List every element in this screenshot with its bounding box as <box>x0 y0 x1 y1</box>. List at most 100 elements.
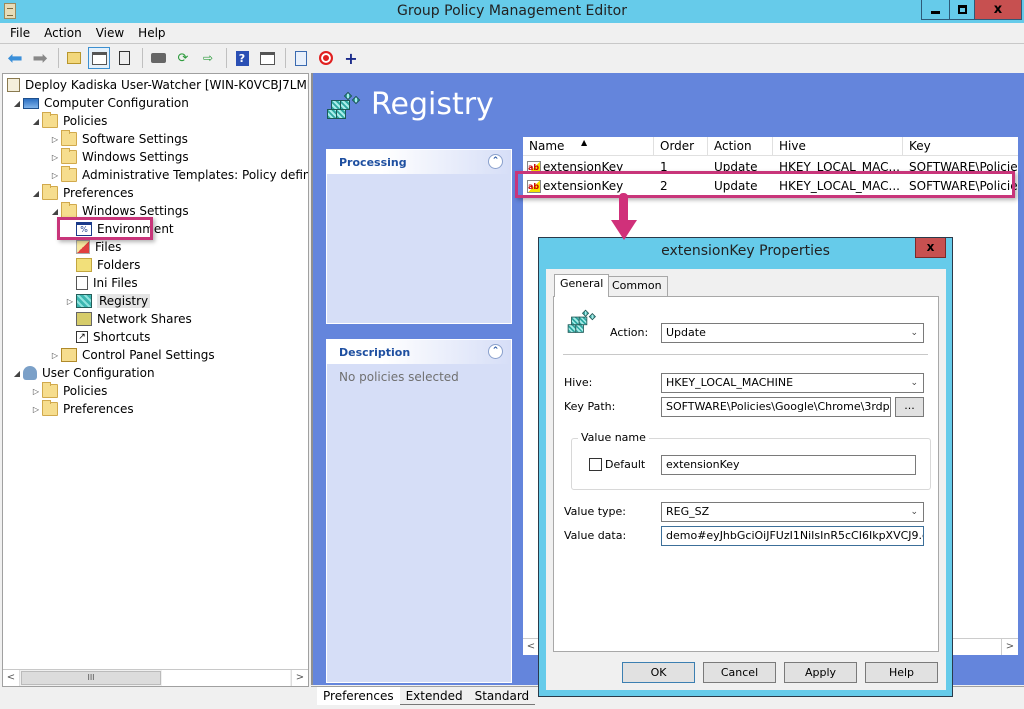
column-key[interactable]: Key <box>903 137 1018 156</box>
value-data-input[interactable]: demo#eyJhbGciOiJFUzI1NiIsInR5cCI6IkpXVCJ… <box>661 526 924 546</box>
ok-button[interactable]: OK <box>622 662 695 683</box>
disable-button[interactable] <box>315 47 337 69</box>
tree-item[interactable]: Ini Files <box>64 274 138 292</box>
shortcut-icon: ↗ <box>76 331 88 343</box>
export-list-button[interactable]: ⇨ <box>197 47 219 69</box>
column-name[interactable]: Name ▲ <box>523 137 654 156</box>
folders-icon <box>76 258 92 272</box>
value-name-input[interactable]: extensionKey <box>661 455 916 475</box>
menu-view[interactable]: View <box>89 26 131 40</box>
tree-item[interactable]: Files <box>64 238 121 256</box>
scroll-track[interactable] <box>162 670 290 686</box>
collapsed-icon[interactable]: ▷ <box>49 351 61 360</box>
expanded-icon[interactable]: ◢ <box>30 117 42 126</box>
column-action[interactable]: Action <box>708 137 773 156</box>
scroll-right-button[interactable]: > <box>291 670 308 686</box>
column-hive[interactable]: Hive <box>773 137 903 156</box>
collapsed-icon[interactable]: ▷ <box>30 387 42 396</box>
forward-button[interactable]: ➡ <box>29 47 51 69</box>
dialog-close-button[interactable]: x <box>915 238 946 258</box>
column-order[interactable]: Order <box>654 137 708 156</box>
hive-dropdown[interactable]: HKEY_LOCAL_MACHINE ⌄ <box>661 373 924 393</box>
hive-label: Hive: <box>564 376 593 389</box>
tree-item[interactable]: ◢ Computer Configuration <box>11 94 189 112</box>
value-type-label: Value type: <box>564 505 626 518</box>
tree-root[interactable]: Deploy Kadiska User-Watcher [WIN-K0VCBJ7… <box>7 76 308 94</box>
menu-help[interactable]: Help <box>131 26 172 40</box>
refresh-button[interactable]: ⟳ <box>172 47 194 69</box>
back-button[interactable]: ⬅ <box>4 47 26 69</box>
tree-item-label: Software Settings <box>82 132 188 146</box>
expanded-icon[interactable]: ◢ <box>30 189 42 198</box>
collapsed-icon[interactable]: ▷ <box>30 405 42 414</box>
gpo-document-icon <box>7 78 20 92</box>
list-scroll-right-button[interactable]: > <box>1001 639 1018 655</box>
printer-icon <box>150 53 166 63</box>
help-button[interactable]: ? <box>231 47 253 69</box>
minimize-button[interactable] <box>921 0 950 20</box>
browse-key-button[interactable]: ... <box>895 397 924 417</box>
help-icon: ? <box>235 50 249 66</box>
print-button[interactable] <box>147 47 169 69</box>
toolbar-separator <box>285 48 286 68</box>
scroll-left-button[interactable]: < <box>3 670 20 686</box>
collapsed-icon[interactable]: ▷ <box>64 297 76 306</box>
tree-item[interactable]: ◢ Policies <box>30 112 107 130</box>
menu-file[interactable]: File <box>3 26 37 40</box>
collapsed-icon[interactable]: ▷ <box>49 135 61 144</box>
tree-item[interactable]: ▷ Registry <box>64 292 151 310</box>
cancel-button[interactable]: Cancel <box>703 662 776 683</box>
tab-common[interactable]: Common <box>606 276 668 296</box>
tab-general[interactable]: General <box>554 274 610 297</box>
expanded-icon[interactable]: ◢ <box>11 369 23 378</box>
clipboard-button[interactable] <box>113 47 135 69</box>
ini-files-icon <box>76 276 88 290</box>
expanded-icon[interactable]: ◢ <box>49 207 61 216</box>
tree-item[interactable]: ◢ User Configuration <box>11 364 155 382</box>
up-one-level-button[interactable] <box>63 47 85 69</box>
show-hide-tree-button[interactable] <box>88 47 110 69</box>
tree-item[interactable]: ▷ Policies <box>30 382 107 400</box>
collapse-processing-button[interactable]: ⌃ <box>488 154 503 169</box>
key-path-input[interactable]: SOFTWARE\Policies\Google\Chrome\3rdparty… <box>661 397 891 417</box>
value-type-dropdown[interactable]: REG_SZ ⌄ <box>661 502 924 522</box>
dialog-title: extensionKey Properties <box>661 243 830 259</box>
tree-item[interactable]: Network Shares <box>64 310 192 328</box>
tree-item[interactable]: ▷ Software Settings <box>49 130 188 148</box>
tree-item-label: Ini Files <box>93 276 138 290</box>
collapsed-icon[interactable]: ▷ <box>49 153 61 162</box>
apply-button[interactable]: Apply <box>784 662 857 683</box>
add-button[interactable]: + <box>340 47 362 69</box>
tree-item[interactable]: Folders <box>64 256 140 274</box>
tree-item-label: Preferences <box>63 402 134 416</box>
tree-item[interactable]: ◢ Preferences <box>30 184 134 202</box>
tree-horizontal-scrollbar[interactable]: < III > <box>3 669 308 686</box>
menu-action[interactable]: Action <box>37 26 89 40</box>
back-arrow-icon: ⬅ <box>7 47 23 69</box>
close-button[interactable]: x <box>974 0 1022 20</box>
tab-preferences[interactable]: Preferences <box>317 687 400 705</box>
help-dialog-button[interactable]: Help <box>865 662 938 683</box>
show-action-pane-button[interactable] <box>256 47 278 69</box>
tab-standard[interactable]: Standard <box>468 687 536 705</box>
files-icon <box>76 240 90 254</box>
value-type-value: REG_SZ <box>666 505 710 518</box>
console-tree[interactable]: Deploy Kadiska User-Watcher [WIN-K0VCBJ7… <box>2 73 309 687</box>
default-checkbox[interactable] <box>589 458 602 471</box>
collapse-description-button[interactable]: ⌃ <box>488 344 503 359</box>
description-title: Description <box>339 345 411 359</box>
tree-item[interactable]: ▷ Preferences <box>30 400 134 418</box>
expanded-icon[interactable]: ◢ <box>11 99 23 108</box>
tree-item[interactable]: ▷ Administrative Templates: Policy defini… <box>49 166 308 184</box>
tree-item[interactable]: ▷ Windows Settings <box>49 148 189 166</box>
column-name-label: Name <box>529 139 565 153</box>
action-dropdown[interactable]: Update ⌄ <box>661 323 924 343</box>
tree-item[interactable]: ↗ Shortcuts <box>64 328 150 346</box>
scroll-thumb[interactable]: III <box>21 671 161 685</box>
xml-view-button[interactable] <box>290 47 312 69</box>
tree-item[interactable]: ▷ Control Panel Settings <box>49 346 215 364</box>
tab-extended[interactable]: Extended <box>399 687 469 705</box>
restore-button[interactable] <box>949 0 975 20</box>
collapsed-icon[interactable]: ▷ <box>49 171 61 180</box>
list-header: Name ▲ Order Action Hive Key <box>523 137 1018 156</box>
